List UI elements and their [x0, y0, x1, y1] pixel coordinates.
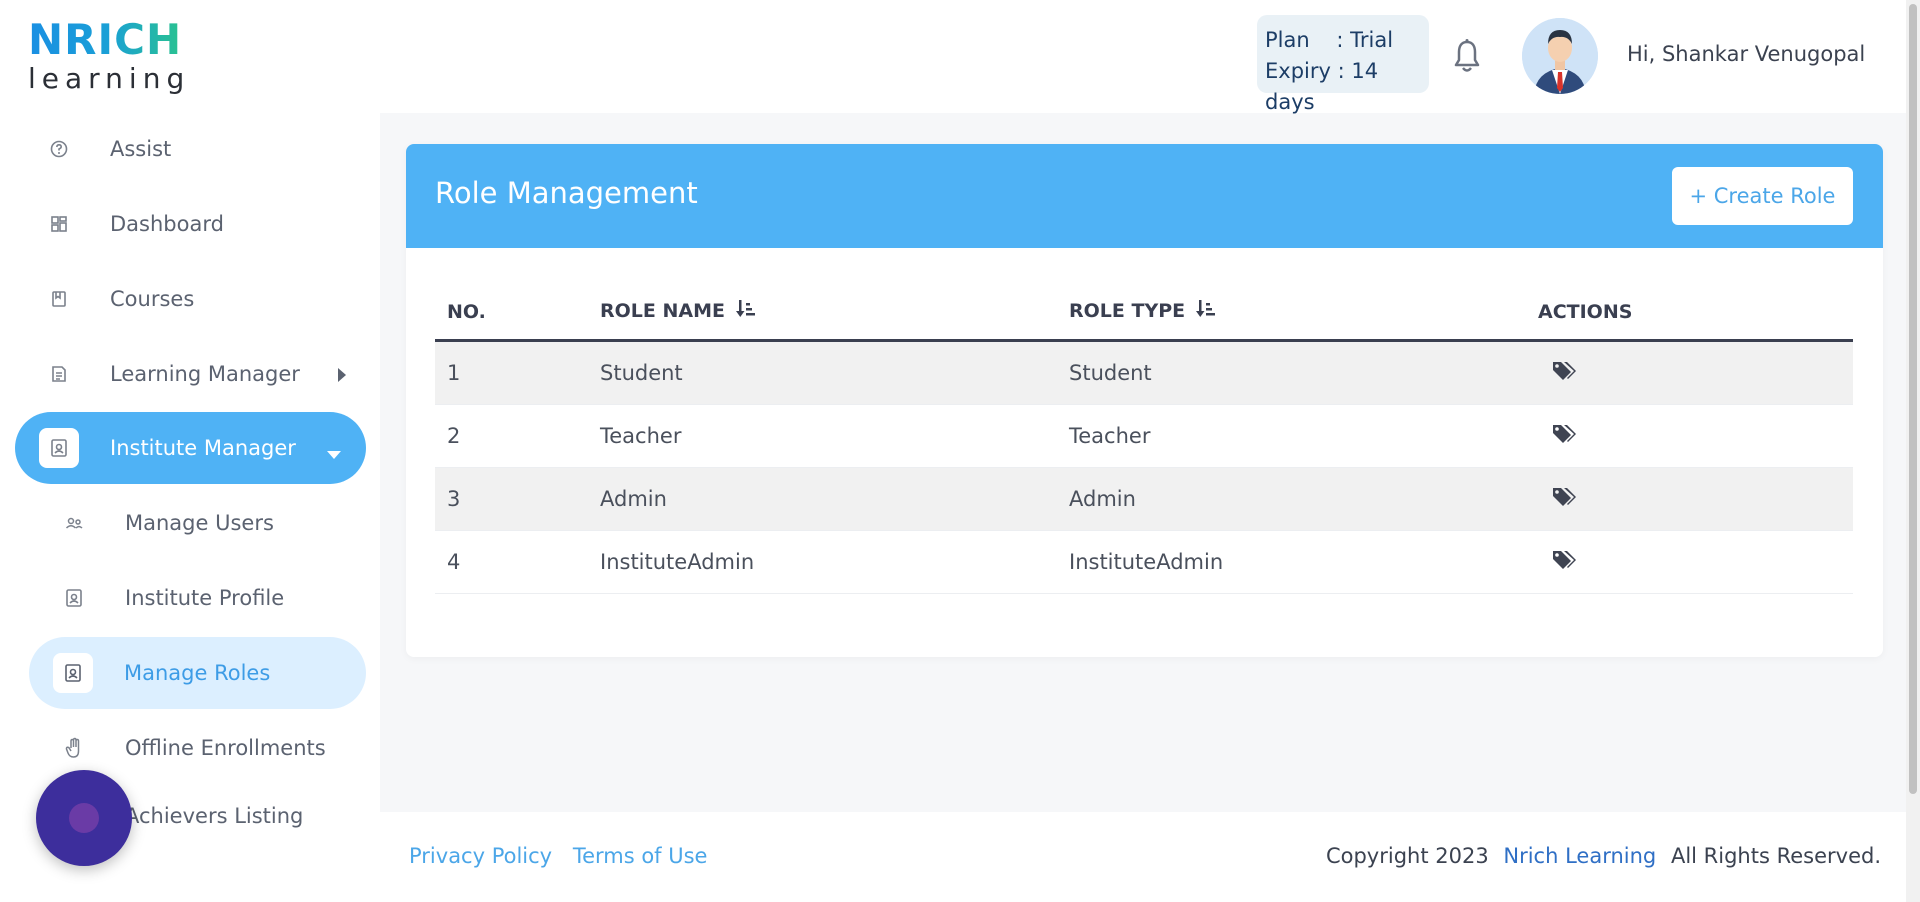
plan-status-badge: Plan : Trial Expiry : 14 days: [1257, 15, 1429, 114]
sidebar-item-label: Achievers Listing: [125, 804, 304, 828]
notification-bell-icon[interactable]: [1452, 38, 1482, 74]
column-header-actions: ACTIONS: [1538, 300, 1633, 323]
copyright-prefix: Copyright 2023: [1325, 844, 1489, 868]
hand-icon: [54, 728, 94, 768]
top-header: NRICH learning Plan : Trial Expiry : 14 …: [0, 0, 1906, 114]
sidebar-item-label: Assist: [110, 137, 172, 161]
cell-role-name: InstituteAdmin: [600, 550, 755, 574]
column-header-label: ROLE TYPE: [1069, 300, 1186, 322]
column-header-role-type[interactable]: ROLE TYPE: [1069, 298, 1538, 325]
cell-role-name: Admin: [600, 487, 667, 511]
role-management-card: Role Management + Create Role NO. ROLE N…: [406, 144, 1883, 657]
user-avatar[interactable]: [1522, 18, 1598, 94]
sort-icon[interactable]: [735, 298, 756, 325]
tags-icon[interactable]: [1552, 360, 1578, 387]
sidebar-item-assist[interactable]: Assist: [39, 113, 359, 185]
table-header: NO. ROLE NAME ROLE TYPE ACTIONS: [435, 284, 1853, 342]
copyright-text: Copyright 2023 Nrich Learning All Rights…: [1326, 844, 1881, 868]
sidebar-item-label: Manage Users: [125, 511, 274, 535]
page-footer: Privacy Policy Terms of Use Copyright 20…: [380, 812, 1906, 902]
expiry-line: Expiry : 14 days: [1265, 59, 1379, 114]
copyright-suffix: All Rights Reserved.: [1670, 844, 1881, 868]
cell-role-type: Student: [1069, 361, 1152, 385]
terms-of-use-link[interactable]: Terms of Use: [573, 844, 708, 868]
sidebar-item-label: Offline Enrollments: [125, 736, 326, 760]
sidebar-item-dashboard[interactable]: Dashboard: [39, 188, 359, 260]
create-role-button[interactable]: + Create Role: [1672, 167, 1853, 225]
document-icon: [39, 354, 79, 394]
table-row: 1 Student Student: [435, 342, 1853, 405]
logo-wordmark: NRICH: [28, 18, 188, 62]
cell-actions: [1538, 549, 1853, 576]
sidebar-item-label: Institute Manager: [110, 436, 296, 460]
sidebar-item-label: Courses: [110, 287, 195, 311]
tags-icon[interactable]: [1552, 486, 1578, 513]
sidebar-item-manage-users[interactable]: Manage Users: [54, 487, 364, 559]
footer-links: Privacy Policy Terms of Use: [409, 844, 721, 868]
sidebar-item-label: Dashboard: [110, 212, 224, 236]
card-header: Role Management + Create Role: [406, 144, 1883, 248]
logo-subtitle: learning: [28, 62, 191, 95]
column-header-no: NO.: [447, 300, 486, 323]
brand-link[interactable]: Nrich Learning: [1503, 844, 1656, 868]
table-row: 2 Teacher Teacher: [435, 405, 1853, 468]
sidebar-item-label: Learning Manager: [110, 362, 300, 386]
cell-role-type: Admin: [1069, 487, 1136, 511]
help-circle-icon: [39, 129, 79, 169]
plan-line: Plan : Trial: [1265, 28, 1394, 52]
sidebar-item-learning-manager[interactable]: Learning Manager: [39, 338, 359, 410]
caret-right-icon: [336, 365, 348, 389]
column-header-label: ROLE NAME: [600, 300, 725, 322]
roles-table: NO. ROLE NAME ROLE TYPE ACTIONS 1 Studen…: [435, 284, 1853, 594]
cell-role-type: Teacher: [1069, 424, 1151, 448]
sidebar-item-institute-manager[interactable]: Institute Manager: [15, 412, 366, 484]
sidebar-item-courses[interactable]: Courses: [39, 263, 359, 335]
book-icon: [39, 279, 79, 319]
cell-no: 4: [447, 550, 461, 574]
assistant-fab-button[interactable]: [36, 770, 132, 866]
table-row: 4 InstituteAdmin InstituteAdmin: [435, 531, 1853, 594]
sidebar-item-label: Manage Roles: [124, 661, 271, 685]
cell-no: 3: [447, 487, 461, 511]
sidebar-item-label: Institute Profile: [125, 586, 285, 610]
cell-role-name: Teacher: [600, 424, 682, 448]
id-card-icon: [54, 578, 94, 618]
privacy-policy-link[interactable]: Privacy Policy: [409, 844, 552, 868]
user-greeting[interactable]: Hi, Shankar Venugopal: [1627, 42, 1865, 66]
tags-icon[interactable]: [1552, 423, 1578, 450]
nrich-learning-logo[interactable]: NRICH learning: [28, 18, 188, 94]
id-card-icon: [39, 428, 79, 468]
page-scrollbar-thumb[interactable]: [1909, 4, 1917, 794]
cell-actions: [1538, 486, 1853, 513]
sidebar-item-institute-profile[interactable]: Institute Profile: [54, 562, 364, 634]
id-card-icon: [53, 653, 93, 693]
column-header-role-name[interactable]: ROLE NAME: [600, 298, 1069, 325]
users-icon: [54, 503, 94, 543]
cell-role-type: InstituteAdmin: [1069, 550, 1224, 574]
caret-down-icon: [325, 442, 343, 466]
sidebar-item-manage-roles[interactable]: Manage Roles: [29, 637, 366, 709]
cell-actions: [1538, 423, 1853, 450]
tags-icon[interactable]: [1552, 549, 1578, 576]
table-row: 3 Admin Admin: [435, 468, 1853, 531]
cell-no: 1: [447, 361, 461, 385]
page-title: Role Management: [435, 176, 698, 210]
chat-bubble-icon: [69, 803, 99, 833]
dashboard-icon: [39, 204, 79, 244]
cell-role-name: Student: [600, 361, 683, 385]
cell-no: 2: [447, 424, 461, 448]
cell-actions: [1538, 360, 1853, 387]
sort-icon[interactable]: [1195, 298, 1216, 325]
